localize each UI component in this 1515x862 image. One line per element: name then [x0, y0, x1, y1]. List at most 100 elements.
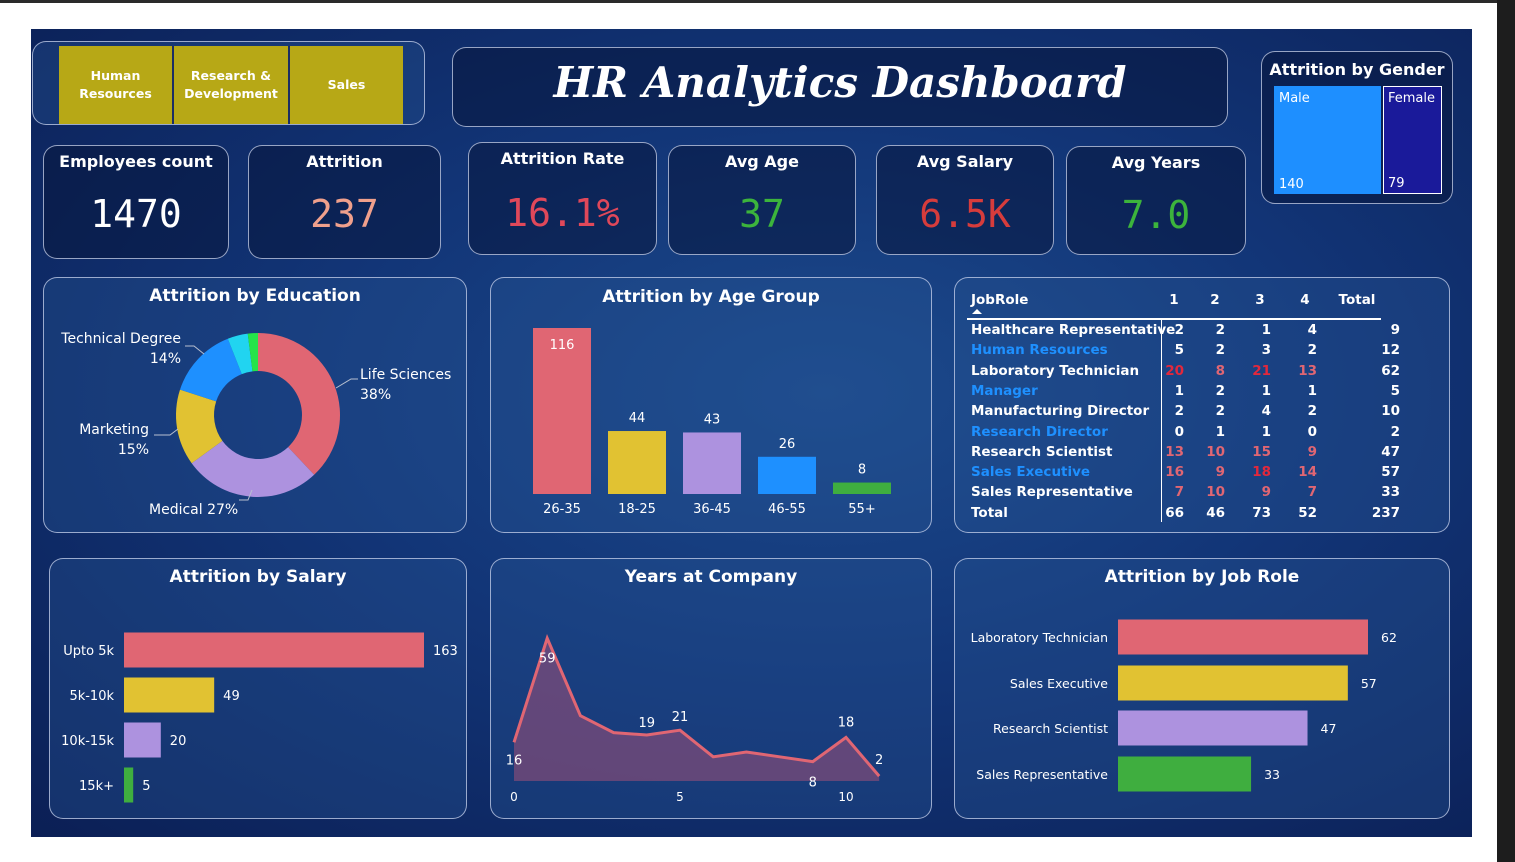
donut-label-life-sciences: Life Sciences — [360, 367, 451, 383]
attrition-by-gender-panel: Attrition by Gender Male 140 Female 79 — [1261, 51, 1453, 204]
jobrole-bar-chart: Laboratory Technician 62 Sales Executive 57… — [971, 619, 1397, 792]
age-bar-18-25[interactable] — [608, 431, 666, 494]
matrix-row-role: Manufacturing Director — [971, 403, 1150, 420]
matrix-cell: 1 — [1261, 322, 1271, 338]
jobrole-value-label: 47 — [1321, 721, 1337, 736]
donut-label-medical: Medical 27% — [149, 502, 238, 518]
age-bar-36-45[interactable] — [683, 432, 741, 494]
salary-bar[interactable] — [124, 632, 424, 668]
donut-pct-technical-degree: 14% — [150, 351, 181, 367]
slicer-label: Sales — [327, 77, 366, 92]
matrix-cell: 1 — [1174, 382, 1184, 399]
matrix-row-role: Healthcare Representative — [971, 322, 1176, 338]
salary-category-label: Upto 5k — [63, 644, 114, 659]
slicer-label: Development — [184, 86, 278, 101]
age-bar-46-55[interactable] — [758, 456, 816, 494]
slicer-button-sales[interactable]: Sales — [290, 46, 403, 124]
matrix-cell: 2 — [1215, 382, 1225, 399]
age-bar-55+[interactable] — [833, 482, 891, 494]
kpi-value: 37 — [739, 192, 785, 236]
age-bar-value: 8 — [858, 463, 866, 478]
matrix-cell: 0 — [1174, 423, 1184, 440]
age-bar-value: 43 — [704, 412, 721, 427]
donut-pct-life-sciences: 38% — [360, 387, 391, 403]
jobrole-value-label: 62 — [1381, 630, 1397, 645]
kpi-avg-salary: Avg Salary 6.5K — [876, 145, 1054, 255]
matrix-header-col: 1 — [1169, 292, 1179, 308]
matrix-cell: 10 — [1206, 484, 1225, 501]
matrix-cell: 10 — [1206, 443, 1225, 460]
window-top-edge — [0, 0, 1515, 3]
jobrole-value-label: 33 — [1264, 767, 1280, 782]
matrix-cell: 9 — [1390, 322, 1400, 338]
slicer-label: Resources — [79, 86, 152, 101]
matrix-cell: 2 — [1174, 403, 1184, 420]
age-tick-label: 55+ — [848, 502, 875, 517]
kpi-avg-years: Avg Years 7.0 — [1066, 146, 1246, 255]
matrix-cell: 46 — [1206, 504, 1225, 521]
salary-bar[interactable] — [124, 677, 215, 713]
matrix-cell: 21 — [1252, 362, 1271, 379]
jobrole-bar[interactable] — [1118, 665, 1348, 701]
matrix-cell: 47 — [1381, 443, 1400, 460]
matrix-cell: 4 — [1261, 403, 1271, 420]
jobrole-bar[interactable] — [1118, 756, 1252, 792]
matrix-cell: 2 — [1390, 423, 1400, 440]
years-area-fill — [514, 638, 880, 781]
years-data-label: 18 — [838, 715, 855, 730]
matrix-cell: 33 — [1381, 484, 1400, 501]
age-tick-label: 36-45 — [693, 502, 731, 517]
gender-male-block[interactable]: Male 140 — [1274, 86, 1381, 194]
jobrole-bar[interactable] — [1118, 619, 1368, 655]
donut-slice-life-sciences[interactable] — [258, 333, 340, 475]
kpi-employees-count: Employees count 1470 — [43, 145, 229, 259]
slicer-label: Human — [90, 68, 141, 83]
kpi-value: 16.1% — [505, 191, 620, 235]
kpi-title: Avg Salary — [916, 152, 1014, 171]
jobrole-matrix-panel: JobRole 1 2 3 4 Total Healthcare Representativ… — [954, 277, 1450, 533]
years-at-company-panel: Years at Company 16 59 19 21 8 18 2 0 5 10 — [490, 558, 932, 819]
matrix-cell: 2 — [1215, 342, 1225, 359]
matrix-cell: 1 — [1307, 382, 1317, 399]
matrix-row-role: Total — [971, 504, 1008, 521]
slicer-label: Research & — [190, 68, 272, 83]
matrix-cell: 1 — [1261, 423, 1271, 440]
years-data-label: 59 — [539, 651, 556, 666]
years-tick-label: 0 — [510, 790, 518, 804]
age-tick-label: 46-55 — [768, 502, 806, 517]
female-value: 79 — [1388, 176, 1405, 191]
kpi-title: Avg Age — [725, 152, 799, 171]
salary-value-label: 20 — [170, 734, 187, 749]
matrix-cell: 5 — [1390, 382, 1400, 399]
matrix-header-col: 3 — [1255, 292, 1265, 308]
matrix-row-role: Laboratory Technician — [971, 362, 1140, 379]
matrix-cell: 5 — [1174, 342, 1184, 359]
years-area-chart: 16 59 19 21 8 18 2 0 5 10 — [506, 633, 883, 804]
matrix-cell: 13 — [1165, 443, 1184, 460]
salary-category-label: 5k-10k — [69, 689, 114, 704]
matrix-cell: 2 — [1174, 322, 1184, 338]
jobrole-category-label: Sales Representative — [976, 767, 1108, 782]
salary-category-label: 15k+ — [79, 779, 114, 794]
matrix-cell: 12 — [1381, 342, 1400, 359]
salary-bar[interactable] — [124, 767, 134, 803]
age-bar-value: 44 — [629, 411, 646, 426]
matrix-row-role: Research Scientist — [971, 443, 1113, 460]
matrix-cell: 2 — [1215, 322, 1225, 338]
female-label: Female — [1388, 91, 1436, 106]
age-bar-value: 26 — [779, 437, 796, 452]
salary-bar-chart: Upto 5k 163 5k-10k 49 10k-15k 20 15k+ 5 — [61, 632, 458, 803]
salary-bar[interactable] — [124, 722, 161, 758]
slicer-button-human-resources[interactable]: Human Resources — [59, 46, 174, 124]
jobrole-category-label: Research Scientist — [993, 721, 1108, 736]
gender-female-block[interactable]: Female 79 — [1383, 86, 1442, 194]
matrix-divider — [1161, 320, 1162, 522]
slicer-button-research-development[interactable]: Research & Development — [174, 46, 290, 124]
sort-arrow-icon[interactable] — [972, 309, 982, 314]
matrix-header-col: 4 — [1300, 292, 1310, 308]
kpi-avg-age: Avg Age 37 — [668, 145, 856, 255]
years-data-label: 8 — [809, 776, 817, 791]
matrix-cell: 2 — [1215, 403, 1225, 420]
jobrole-bar[interactable] — [1118, 710, 1308, 746]
matrix-row-role: Sales Executive — [971, 464, 1091, 481]
